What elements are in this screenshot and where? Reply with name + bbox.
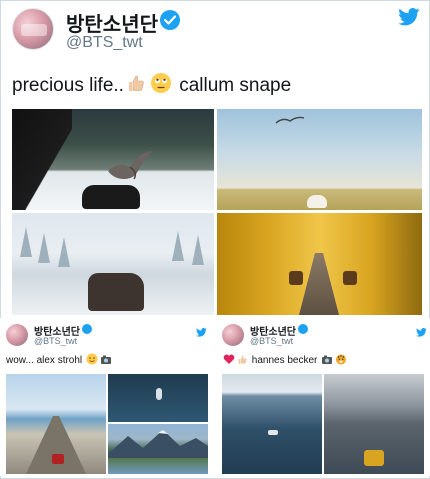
smiling-face-icon — [86, 353, 98, 368]
tweet-text-before: precious life.. — [12, 75, 124, 97]
camera-with-flash-icon — [100, 354, 112, 368]
verified-badge-icon — [298, 324, 308, 334]
handle[interactable]: @BTS_twt — [250, 336, 293, 346]
photo-polar-bear-meadow[interactable] — [217, 109, 422, 210]
twitter-bird-icon[interactable] — [416, 324, 427, 342]
tree-shape — [58, 237, 70, 267]
bird-shape — [108, 151, 152, 180]
photo-deer-railway[interactable] — [217, 213, 422, 315]
verified-badge-icon — [82, 324, 92, 334]
avatar[interactable] — [222, 324, 244, 346]
photo-mountains-valley[interactable] — [108, 424, 208, 474]
tree-shape — [20, 227, 32, 257]
verified-badge-icon — [160, 10, 180, 30]
photo-moose-snow[interactable] — [12, 213, 214, 315]
tiger-face-icon — [335, 353, 347, 368]
deer-shape — [289, 271, 303, 285]
moose-shape — [88, 273, 144, 311]
red-car-shape — [52, 454, 64, 464]
boat-shape — [268, 430, 278, 435]
tree-shape — [38, 233, 50, 263]
quoted-tweet-text-content: wow... alex strohl — [6, 355, 83, 367]
railway-track — [299, 253, 339, 315]
photo-fjord-boat[interactable] — [222, 374, 322, 474]
tweet-text-after: callum snape — [179, 75, 292, 97]
face-rolling-eyes-icon — [150, 72, 172, 100]
quoted-tweet-card-left[interactable]: 방탄소년단 @BTS_twt wow... alex strohl — [0, 318, 213, 476]
quoted-tweet-card-right[interactable]: 방탄소년단 @BTS_twt hannes becker — [216, 318, 430, 476]
handle[interactable]: @BTS_twt — [34, 336, 77, 346]
road-shape — [26, 416, 86, 474]
avatar[interactable] — [6, 324, 28, 346]
polar-bear-shape — [307, 195, 327, 208]
handle[interactable]: @BTS_twt — [66, 34, 143, 52]
twitter-bird-icon[interactable] — [398, 8, 420, 31]
twitter-bird-icon[interactable] — [196, 324, 207, 342]
tweet-text: precious life.. callum snape — [12, 72, 291, 100]
quoted-tweet-text: wow... alex strohl — [6, 353, 113, 368]
quoted-tweet-text: hannes becker — [222, 353, 348, 368]
display-name[interactable]: 방탄소년단 — [66, 8, 158, 37]
thumbs-up-icon — [126, 73, 146, 99]
avatar[interactable] — [12, 8, 54, 50]
deer-shape — [343, 271, 357, 285]
photo-bird-on-car-mirror[interactable] — [12, 109, 214, 210]
camera-with-flash-icon — [321, 354, 333, 368]
photo-boat-dark-water[interactable] — [108, 374, 208, 422]
car-window — [12, 109, 72, 210]
avatar-image — [21, 24, 47, 36]
mountains-shape — [108, 430, 208, 458]
red-heart-icon — [223, 354, 235, 368]
tree-shape — [192, 235, 204, 265]
tree-shape — [172, 231, 184, 261]
boat-shape — [156, 388, 162, 400]
photo-misty-lake-boat[interactable] — [324, 374, 424, 474]
boat-shape — [364, 450, 384, 466]
quoted-tweet-text-content: hannes becker — [251, 355, 318, 367]
flying-bird-shape — [275, 116, 305, 124]
photo-road-lake[interactable] — [6, 374, 106, 474]
thumbs-up-icon — [237, 354, 248, 368]
